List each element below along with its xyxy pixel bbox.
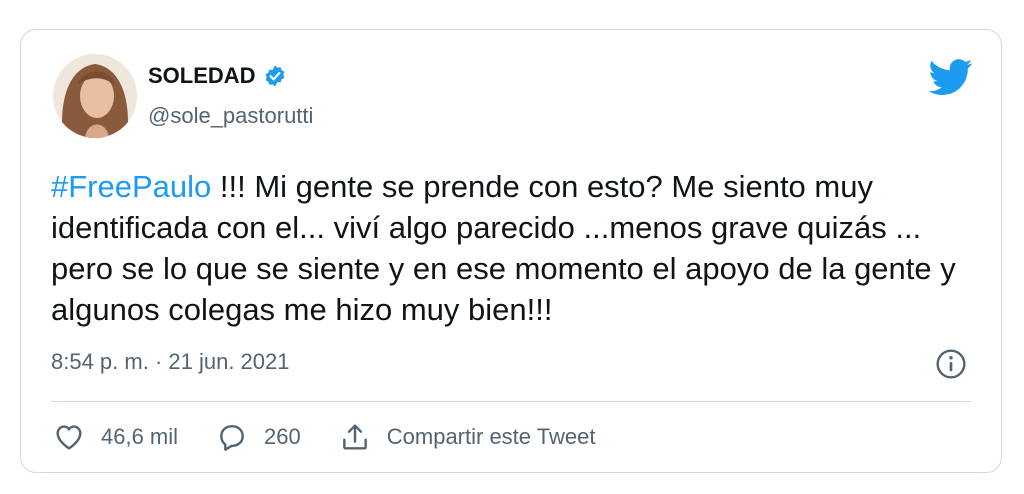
reply-count: 260 bbox=[264, 424, 301, 449]
author-name-row[interactable]: SOLEDAD bbox=[148, 63, 287, 89]
share-button[interactable]: Compartir este Tweet bbox=[339, 421, 596, 453]
avatar[interactable] bbox=[53, 54, 137, 138]
hashtag-link[interactable]: #FreePaulo bbox=[51, 169, 211, 204]
heart-icon bbox=[56, 425, 82, 450]
like-button[interactable]: 46,6 mil bbox=[53, 421, 178, 453]
display-name[interactable]: SOLEDAD bbox=[148, 63, 256, 89]
share-icon bbox=[342, 424, 367, 450]
share-label: Compartir este Tweet bbox=[386, 424, 596, 449]
verified-badge-icon bbox=[265, 65, 285, 87]
tweet-card: SOLEDAD @sole_pastorutti #FreePaulo !!! … bbox=[20, 29, 1002, 473]
author-handle[interactable]: @sole_pastorutti bbox=[148, 103, 313, 129]
info-icon[interactable] bbox=[935, 348, 967, 380]
twitter-bird-icon[interactable] bbox=[929, 55, 973, 99]
reply-icon bbox=[220, 425, 244, 451]
tweet-text: #FreePaulo !!! Mi gente se prende con es… bbox=[51, 166, 981, 330]
action-bar: 46,6 mil 260 Compartir este Tweet bbox=[53, 421, 633, 453]
like-count: 46,6 mil bbox=[101, 424, 179, 449]
reply-button[interactable]: 260 bbox=[216, 421, 301, 453]
divider bbox=[51, 401, 971, 402]
tweet-timestamp[interactable]: 8:54 p. m. · 21 jun. 2021 bbox=[51, 349, 290, 375]
